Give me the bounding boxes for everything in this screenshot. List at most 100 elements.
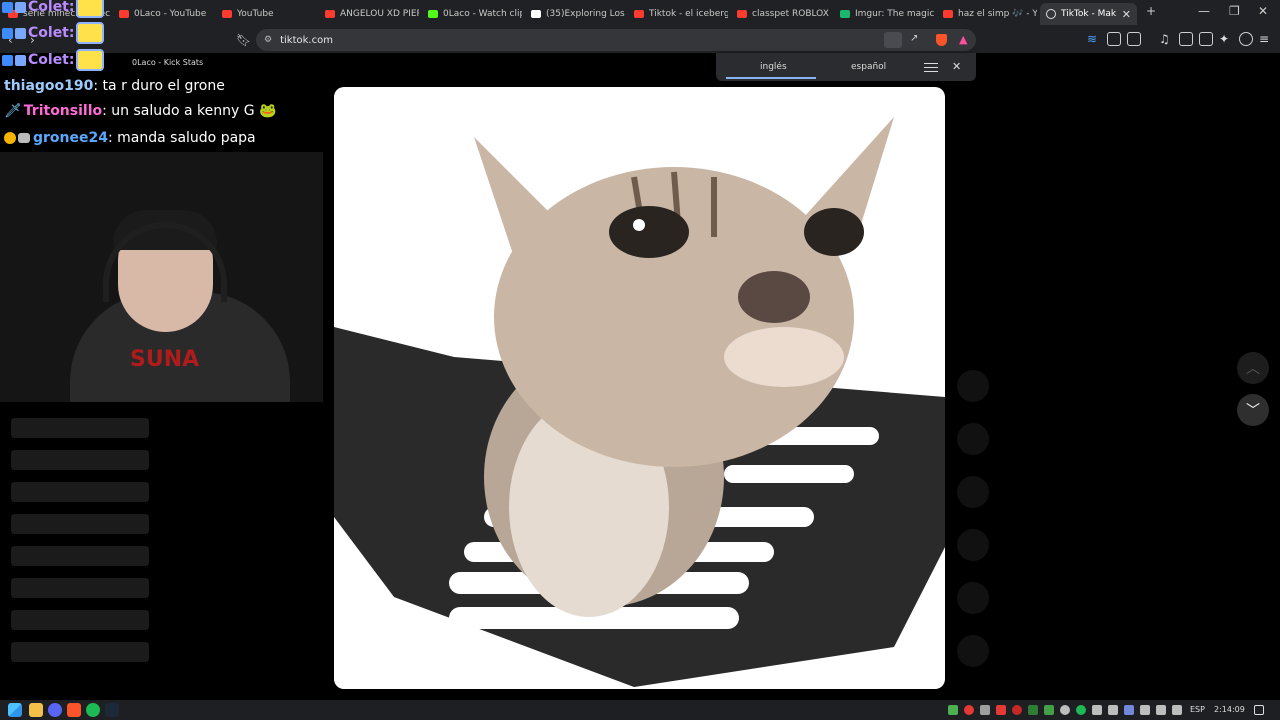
file-explorer-icon[interactable] xyxy=(29,703,43,717)
translate-tab-english[interactable]: inglés xyxy=(760,62,787,72)
hoodie-print: SUNA xyxy=(130,347,200,372)
spotify-icon[interactable] xyxy=(86,703,100,717)
tab-5[interactable]: (35)Exploring Lost M xyxy=(525,3,625,25)
overlay-colet-line: Colet: xyxy=(2,22,105,44)
screenshot-icon[interactable] xyxy=(1127,32,1141,46)
minimize-icon[interactable]: — xyxy=(1198,4,1210,18)
tab-2[interactable]: YouTube xyxy=(216,3,316,25)
loading-placeholder xyxy=(11,546,149,566)
tray-app-icon[interactable] xyxy=(1108,705,1118,715)
url-text: tiktok.com xyxy=(280,34,333,46)
translate-icon[interactable] xyxy=(884,32,902,48)
favorite-button[interactable] xyxy=(957,476,989,508)
comment-button[interactable] xyxy=(957,423,989,455)
vpn-icon[interactable] xyxy=(1239,32,1253,46)
chat-text: : un saludo a kenny G 🐸 xyxy=(102,103,277,119)
tab-title: Imgur: The magic of xyxy=(855,9,934,19)
colet-name: Colet: xyxy=(28,0,75,15)
sidebar-icon[interactable] xyxy=(1179,32,1193,46)
notifications-icon[interactable] xyxy=(1254,705,1264,715)
volume-icon[interactable] xyxy=(1172,705,1182,715)
media-icon[interactable]: ♫ xyxy=(1159,32,1173,46)
tray-app-icon[interactable] xyxy=(1012,705,1022,715)
start-icon[interactable] xyxy=(8,703,22,717)
tab-title: ANGELOU XD PIERD xyxy=(340,9,419,19)
youtube-icon xyxy=(119,10,129,18)
like-button[interactable] xyxy=(957,370,989,402)
share-icon[interactable]: ↗ xyxy=(910,33,918,44)
new-tab-icon[interactable]: + xyxy=(1146,4,1156,18)
tiktok-icon xyxy=(531,10,541,18)
chat-text: : manda saludo papa xyxy=(107,130,256,146)
streamer-webcam: SUNA xyxy=(0,152,323,402)
tray-app-icon[interactable] xyxy=(1044,705,1054,715)
language-indicator[interactable]: ESP xyxy=(1190,705,1205,714)
chat-username: thiagoo190 xyxy=(4,78,94,94)
tab-3[interactable]: ANGELOU XD PIERD xyxy=(319,3,419,25)
brave-rewards-icon[interactable]: ▲ xyxy=(959,33,967,46)
tray-app-icon[interactable] xyxy=(1076,705,1086,715)
wallet-icon[interactable]: ≋ xyxy=(1087,32,1101,46)
translate-tab-spanish[interactable]: español xyxy=(851,62,886,72)
discord-icon[interactable] xyxy=(48,703,62,717)
browser-tab-strip: serie minecraft dec 0Laco - YouTube YouT… xyxy=(0,0,1280,27)
next-video-button[interactable]: ﹀ xyxy=(1237,394,1269,426)
tray-app-icon[interactable] xyxy=(1060,705,1070,715)
translate-close-icon[interactable]: ✕ xyxy=(952,60,961,73)
tab-4[interactable]: 0Laco - Watch clips xyxy=(422,3,522,25)
tray-app-icon[interactable] xyxy=(980,705,990,715)
extensions-icon[interactable] xyxy=(1107,32,1121,46)
tab-1[interactable]: 0Laco - YouTube xyxy=(113,3,213,25)
youtube-icon xyxy=(634,10,644,18)
bookmark-icon[interactable]: 🔖︎ xyxy=(236,33,251,47)
tray-app-icon[interactable] xyxy=(964,705,974,715)
translate-menu-icon[interactable] xyxy=(924,60,938,75)
chat-badge-icon xyxy=(18,133,30,143)
previous-video-button[interactable]: ︿ xyxy=(1237,352,1269,384)
windows-taskbar: ESP 2:14:09 xyxy=(0,700,1280,720)
imgur-icon xyxy=(840,10,850,18)
profile-button[interactable] xyxy=(957,635,989,667)
badge-icon xyxy=(15,27,26,39)
screen: serie minecraft dec 0Laco - YouTube YouT… xyxy=(0,0,1280,720)
menu-icon[interactable]: ≡ xyxy=(1259,32,1273,46)
loading-icon xyxy=(1046,9,1056,19)
tray-app-icon[interactable] xyxy=(1028,705,1038,715)
tray-app-icon[interactable] xyxy=(996,705,1006,715)
tab-10-active[interactable]: TikTok - Mak ✕ xyxy=(1040,3,1137,25)
window-close-icon[interactable]: ✕ xyxy=(1258,4,1268,18)
tray-app-icon[interactable] xyxy=(1156,705,1166,715)
site-info-icon[interactable]: ⚙︎ xyxy=(264,35,272,45)
badge-icon xyxy=(2,1,13,13)
address-bar[interactable]: ⚙︎ tiktok.com ↗ ▲ xyxy=(256,29,976,51)
exclamation-badge-icon xyxy=(4,132,16,144)
chat-message: thiagoo190 : ta r duro el grone xyxy=(4,78,225,94)
spongebob-emote-icon xyxy=(76,0,105,18)
leo-ai-icon[interactable]: ✦ xyxy=(1219,32,1233,46)
steam-icon[interactable] xyxy=(105,703,119,717)
microphone-icon[interactable] xyxy=(1092,705,1102,715)
more-button[interactable] xyxy=(957,582,989,614)
share-button[interactable] xyxy=(957,529,989,561)
brave-icon[interactable] xyxy=(67,703,81,717)
cat-on-spatula-image xyxy=(334,117,945,687)
tab-7[interactable]: classpet ROBLOX M xyxy=(731,3,831,25)
wallet-extension-icon[interactable] xyxy=(1199,32,1213,46)
colet-name: Colet: xyxy=(28,52,75,68)
brave-shields-icon[interactable] xyxy=(936,34,947,46)
tray-app-icon[interactable] xyxy=(1124,705,1134,715)
tab-title: 0Laco - YouTube xyxy=(134,9,207,19)
clock[interactable]: 2:14:09 xyxy=(1214,705,1245,714)
tab-title: YouTube xyxy=(237,9,274,19)
tray-app-icon[interactable] xyxy=(948,705,958,715)
network-icon[interactable] xyxy=(1140,705,1150,715)
tab-8[interactable]: Imgur: The magic of xyxy=(834,3,934,25)
tab-close-icon[interactable]: ✕ xyxy=(1122,8,1131,21)
spongebob-emote-icon xyxy=(76,22,105,44)
restore-icon[interactable]: ❐ xyxy=(1229,4,1240,18)
tab-title: 0Laco - Watch clips xyxy=(443,9,522,19)
tiktok-video[interactable] xyxy=(334,87,945,689)
tab-9[interactable]: haz el simp 🎶 - Yo xyxy=(937,3,1037,25)
tab-6[interactable]: Tiktok - el iceberg d xyxy=(628,3,728,25)
browser-toolbar: ‹ › 🔖︎ ⚙︎ tiktok.com ↗ ▲ ≋ ♫ ✦ ≡ xyxy=(0,27,1280,53)
